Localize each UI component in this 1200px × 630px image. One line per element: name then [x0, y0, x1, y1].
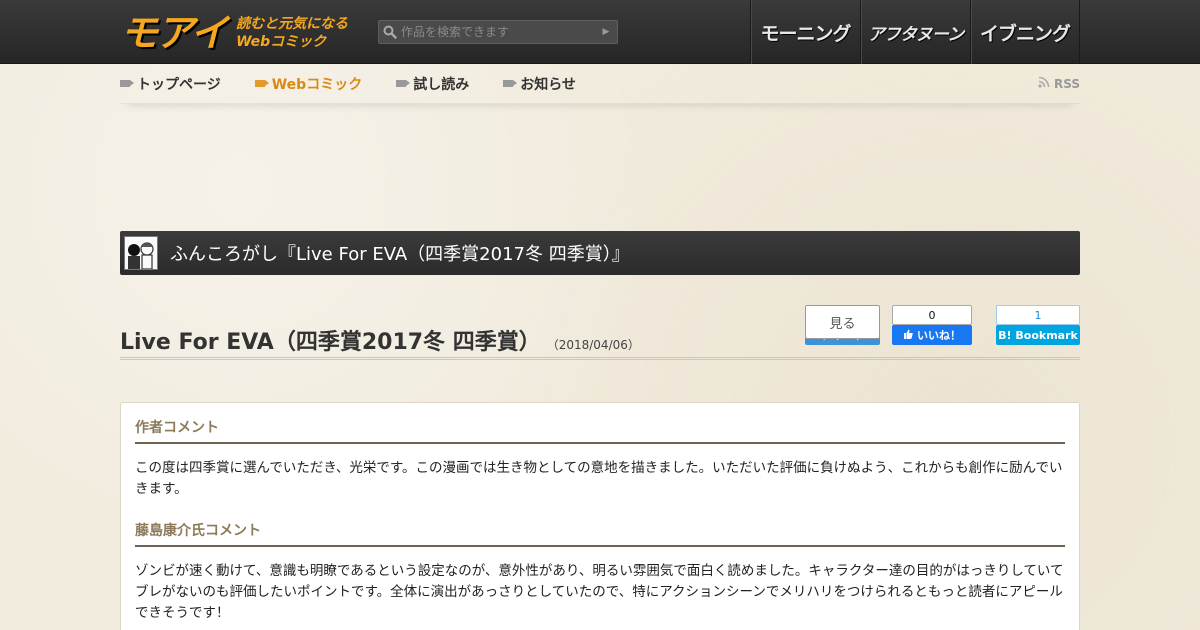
nav-item-webcomic[interactable]: Webコミック [254, 74, 363, 94]
series-title-bar: ふんころがし『Live For EVA（四季賞2017冬 四季賞）』 [120, 231, 1080, 275]
facebook-like-button[interactable]: いいね！ [892, 325, 972, 345]
comments-panel: 作者コメント この度は四季賞に選んでいただき、光栄です。この漫画では生き物として… [120, 402, 1080, 630]
nav-item-label: 試し読み [413, 76, 470, 93]
episode-header: Live For EVA（四季賞2017冬 四季賞） （2018/04/06） … [120, 300, 1080, 360]
site-logo[interactable]: モアイ 読むと元気になる Webコミック [120, 8, 368, 58]
facebook-like-count: 0 [892, 305, 972, 325]
logo-tagline: 読むと元気になる Webコミック [236, 15, 348, 51]
search-input[interactable] [401, 22, 595, 42]
brand-link-evening[interactable]: イブニング [970, 0, 1080, 64]
pencil-icon [254, 80, 269, 87]
series-thumbnail[interactable] [124, 236, 158, 270]
thumbs-up-icon [903, 329, 913, 342]
hatena-bookmark-count: 1 [996, 305, 1080, 325]
hatena-bookmark-button[interactable]: B! Bookmark [996, 325, 1080, 345]
brand-link-morning[interactable]: モーニング [750, 0, 860, 64]
nav-item-top[interactable]: トップページ [120, 74, 221, 94]
nav-item-label: Webコミック [271, 76, 363, 93]
hatena-bookmark-widget: 1 B! Bookmark [996, 305, 1080, 345]
sub-navigation: トップページ Webコミック 試し読み お知らせ RSS [120, 64, 1080, 104]
pencil-icon [120, 80, 134, 87]
tweet-widget: 見る ツイート [805, 305, 880, 345]
tweet-view-button[interactable]: 見る [805, 305, 880, 339]
author-comment-heading: 作者コメント [135, 417, 1065, 444]
judge-comment-text: ゾンビが速く動けて、意識も明瞭であるという設定なのが、意外性があり、明るい雰囲気… [135, 563, 1064, 621]
nav-item-news[interactable]: お知らせ [503, 74, 576, 94]
episode-date: （2018/04/06） [546, 338, 640, 352]
search-box: ▶ [378, 20, 618, 44]
logo-tagline-line1: 読むと元気になる [236, 16, 349, 32]
site-header: モアイ 読むと元気になる Webコミック ▶ モーニング アフタヌーン イブニン… [0, 0, 1200, 64]
brand-nav: モーニング アフタヌーン イブニング [750, 0, 1080, 64]
facebook-like-label: いいね！ [917, 329, 961, 342]
search-icon [379, 21, 401, 43]
rss-link[interactable]: RSS [1038, 76, 1080, 91]
facebook-like-widget: 0 いいね！ [892, 305, 972, 345]
brand-link-afternoon[interactable]: アフタヌーン [860, 0, 970, 64]
episode-title: Live For EVA（四季賞2017冬 四季賞） [120, 330, 541, 355]
series-title[interactable]: ふんころがし『Live For EVA（四季賞2017冬 四季賞）』 [170, 240, 630, 266]
rss-label: RSS [1054, 76, 1080, 91]
pencil-icon [396, 80, 411, 87]
share-buttons: 見る ツイート 0 いいね！ 1 B! Bookmark [805, 305, 1080, 345]
nav-item-trial-read[interactable]: 試し読み [396, 74, 469, 94]
logo-mark: モアイ [120, 11, 228, 55]
episode-title-row: Live For EVA（四季賞2017冬 四季賞） （2018/04/06） [120, 324, 640, 356]
logo-tagline-line2: Webコミック [236, 34, 327, 50]
nav-item-label: お知らせ [520, 76, 576, 93]
pencil-icon [503, 80, 518, 87]
nav-item-label: トップページ [137, 76, 221, 93]
author-comment-text: この度は四季賞に選んでいただき、光栄です。この漫画では生き物としての意地を描きま… [135, 460, 1063, 497]
search-submit-icon[interactable]: ▶ [595, 21, 617, 43]
judge-comment-heading: 藤島康介氏コメント [135, 520, 1065, 547]
rss-icon [1038, 76, 1050, 91]
